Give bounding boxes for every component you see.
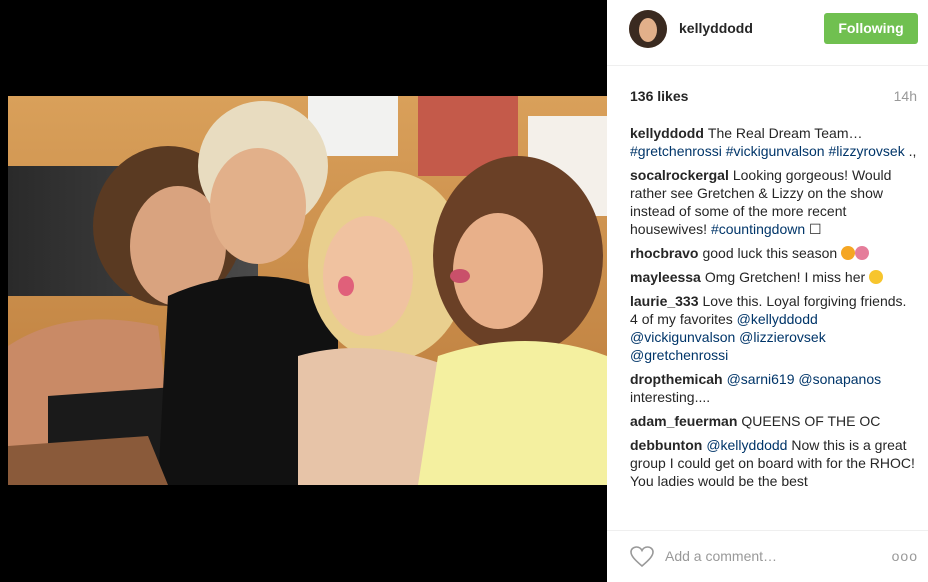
post-sidebar: kellyddodd Following 136 likes 14h kelly… — [607, 0, 928, 582]
comment-tag-link[interactable]: @vickigunvalson — [630, 329, 735, 345]
likes-count[interactable]: 136 likes — [630, 88, 688, 104]
post-header: kellyddodd Following — [607, 0, 928, 66]
comment: dropthemicah @sarni619 @sonapanos interes… — [630, 370, 918, 406]
comment-bar: Add a comment… ooo — [607, 530, 928, 582]
comment-username[interactable]: debbunton — [630, 437, 702, 453]
following-button[interactable]: Following — [824, 13, 918, 44]
comment: rhocbravo good luck this season — [630, 244, 918, 262]
comment: socalrockergal Looking gorgeous! Would ra… — [630, 166, 918, 238]
add-comment-input[interactable]: Add a comment… — [665, 548, 777, 564]
instagram-post-view: kellyddodd Following 136 likes 14h kelly… — [0, 0, 928, 582]
post-time[interactable]: 14h — [894, 88, 917, 104]
comment: laurie_333 Love this. Loyal forgiving fri… — [630, 292, 918, 364]
comment-username[interactable]: mayleessa — [630, 269, 701, 285]
post-username[interactable]: kellyddodd — [679, 20, 753, 36]
comment-username[interactable]: dropthemicah — [630, 371, 723, 387]
more-options-button[interactable]: ooo — [892, 548, 918, 564]
comment: adam_feuerman QUEENS OF THE OC — [630, 412, 918, 430]
comment-username[interactable]: rhocbravo — [630, 245, 698, 261]
comment-username[interactable]: kellyddodd — [630, 125, 704, 141]
weary-face-emoji-icon — [869, 270, 884, 284]
comment-text: Omg Gretchen! I miss her — [704, 269, 866, 285]
peach-emoji-icon — [841, 246, 856, 260]
comment-tag-link[interactable]: #countingdown — [711, 221, 805, 237]
comment-text: QUEENS OF THE OC — [741, 413, 881, 429]
comment-tag-link[interactable]: @sarni619 — [727, 371, 795, 387]
comment-tag-link[interactable]: @kellyddodd — [706, 437, 787, 453]
comment-username[interactable]: adam_feuerman — [630, 413, 737, 429]
post-photo[interactable] — [8, 96, 607, 485]
comment: debbunton @kellyddodd Now this is a great… — [630, 436, 918, 490]
comment-tag-link[interactable]: #vickigunvalson — [726, 143, 825, 159]
comment: mayleessa Omg Gretchen! I miss her — [630, 268, 918, 286]
comment-tag-link[interactable]: #lizzyrovsek — [828, 143, 904, 159]
comment-tag-link[interactable]: @gretchenrossi — [630, 347, 728, 363]
heart-icon[interactable] — [630, 546, 654, 568]
comment: kellyddodd The Real Dream Team… #gretchen… — [630, 124, 918, 160]
flower-emoji-icon — [855, 246, 870, 260]
comments-list[interactable]: kellyddodd The Real Dream Team… #gretchen… — [630, 124, 918, 530]
comment-tag-link[interactable]: @lizzierovsek — [739, 329, 826, 345]
comment-tag-link[interactable]: #gretchenrossi — [630, 143, 722, 159]
avatar-image — [629, 10, 667, 48]
comment-tag-link[interactable]: @kellyddodd — [737, 311, 818, 327]
media-area — [0, 0, 607, 582]
comment-username[interactable]: laurie_333 — [630, 293, 699, 309]
photo-image — [8, 96, 607, 485]
comment-username[interactable]: socalrockergal — [630, 167, 729, 183]
avatar[interactable] — [629, 10, 667, 48]
comment-tag-link[interactable]: @sonapanos — [798, 371, 881, 387]
comment-text: good luck this season — [702, 245, 838, 261]
